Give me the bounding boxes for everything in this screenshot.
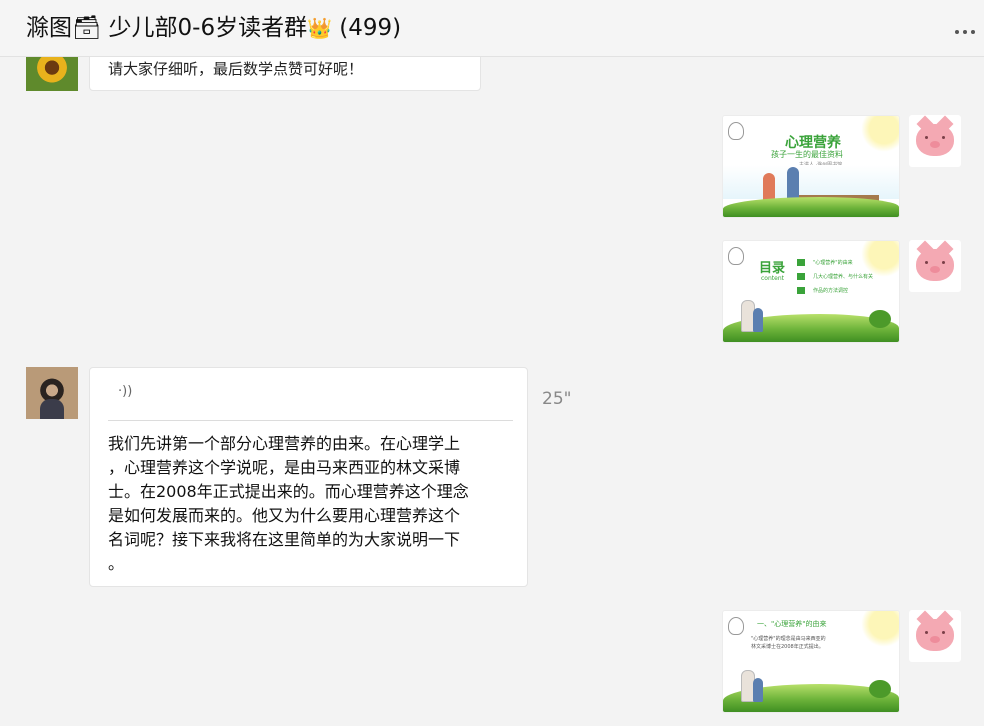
bush-decoration [869, 680, 891, 698]
voice-transcript: 我们先讲第一个部分心理营养的由来。在心理学上 ，心理营养这个学说呢，是由马来西亚… [108, 432, 513, 576]
pig-avatar[interactable] [909, 115, 961, 167]
slide-subtitle: content [761, 275, 784, 282]
woman-avatar[interactable] [26, 367, 78, 419]
message-bubble[interactable]: 请大家仔细听，最后数学点赞可好呢！ [89, 57, 481, 91]
more-dot-icon [971, 30, 975, 34]
group-name: 滁图🗃 少儿部0-6岁读者群 [26, 15, 308, 41]
message-text: 请大家仔细听，最后数学点赞可好呢！ [108, 60, 364, 78]
member-count: (499) [339, 15, 402, 41]
library-logo-icon [728, 122, 744, 140]
more-options-button[interactable] [950, 22, 980, 42]
chat-title[interactable]: 滁图🗃 少儿部0-6岁读者群👑 (499) [26, 12, 401, 44]
pig-icon [916, 249, 954, 281]
bush-decoration [869, 310, 891, 328]
pig-icon [916, 619, 954, 651]
transcript-line: 我们先讲第一个部分心理营养的由来。在心理学上 [108, 434, 461, 453]
slide-text-line: "心理营养"的理念是由马来西亚的 [751, 636, 826, 642]
voice-message-bubble[interactable]: ·)) 我们先讲第一个部分心理营养的由来。在心理学上 ，心理营养这个学说呢，是由… [89, 367, 528, 587]
sun-decoration [861, 116, 899, 152]
transcript-line: ，心理营养这个学说呢，是由马来西亚的林文采博 [108, 458, 461, 477]
slide-title: 一、"心理营养"的由来 [757, 620, 827, 628]
slide-text-line: 林文采博士在2008年正式提出。 [751, 644, 824, 650]
more-dot-icon [955, 30, 959, 34]
toc-item: "心理营养"的由来 [797, 259, 853, 266]
transcript-line: 是如何发展而来的。他又为什么要用心理营养这个 [108, 506, 461, 525]
slide-subtitle: 孩子一生的最佳资料 [771, 150, 843, 159]
voice-duration: 25" [542, 389, 572, 409]
person-figure [753, 308, 763, 332]
pig-icon [916, 124, 954, 156]
divider [108, 420, 513, 421]
chat-header: 滁图🗃 少儿部0-6岁读者群👑 (499) [0, 0, 984, 57]
transcript-line: 。 [108, 554, 125, 573]
slide-image-message[interactable]: 一、"心理营养"的由来 "心理营养"的理念是由马来西亚的 林文采博士在2008年… [722, 610, 900, 713]
transcript-line: 名词呢？接下来我将在这里简单的为大家说明一下 [108, 530, 461, 549]
sun-decoration [861, 241, 899, 277]
toc-item: 几大心理营养、与什么有关 [797, 273, 873, 280]
message-list[interactable]: 请大家仔细听，最后数学点赞可好呢！ 心理营养 孩子一生的最佳资料 主讲人 ·滁州… [0, 57, 984, 726]
transcript-line: 士。在2008年正式提出来的。而心理营养这个理念 [108, 482, 469, 501]
slide-title: 目录 [759, 261, 786, 276]
sky-decoration [723, 165, 899, 199]
crown-icon: 👑 [307, 16, 332, 40]
slide-image-message[interactable]: 目录 content "心理营养"的由来 几大心理营养、与什么有关 作品的方法调… [722, 240, 900, 343]
pig-avatar[interactable] [909, 610, 961, 662]
voice-wave-icon[interactable]: ·)) [118, 384, 132, 399]
grass-decoration [723, 197, 899, 217]
sunflower-avatar[interactable] [26, 57, 78, 91]
library-logo-icon [728, 247, 744, 265]
person-figure [753, 678, 763, 702]
slide-image-message[interactable]: 心理营养 孩子一生的最佳资料 主讲人 ·滁州图书馆 [722, 115, 900, 218]
library-logo-icon [728, 617, 744, 635]
more-dot-icon [963, 30, 967, 34]
pig-avatar[interactable] [909, 240, 961, 292]
sun-decoration [861, 611, 899, 647]
toc-item: 作品的方法调控 [797, 287, 848, 294]
